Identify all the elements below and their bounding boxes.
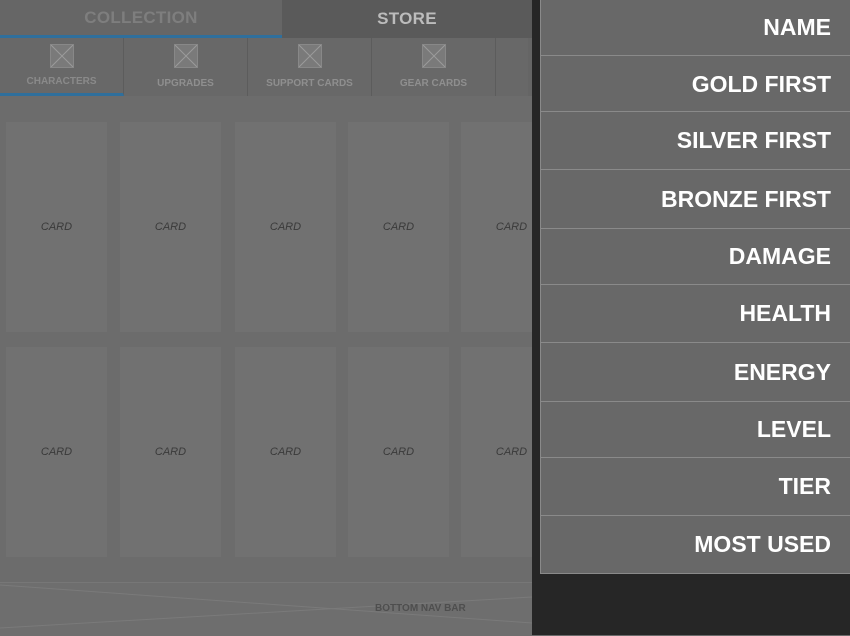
card-label: CARD [40, 446, 73, 458]
tab-store[interactable]: STORE [282, 0, 532, 38]
sub-tab-gear-cards-label: GEAR CARDS [399, 78, 468, 89]
card-grid: CARD CARD CARD CARD CARD CARD CARD CARD … [0, 96, 562, 582]
sort-option-label: SILVER FIRST [676, 127, 831, 153]
sort-option-label: HEALTH [739, 300, 831, 326]
sub-tab-characters[interactable]: CHARACTERS [0, 38, 124, 96]
card-slot[interactable]: CARD [348, 122, 449, 332]
card-label: CARD [154, 221, 187, 233]
sub-tab-support-cards[interactable]: SUPPORT CARDS [248, 38, 372, 96]
sort-option-label: ENERGY [733, 358, 831, 385]
sub-tab-bar: CHARACTERS UPGRADES SUPPORT CARDS GEAR C… [0, 38, 532, 96]
card-label: CARD [40, 221, 73, 233]
sub-tab-gear-cards[interactable]: GEAR CARDS [372, 38, 496, 96]
sort-option-label: BRONZE FIRST [661, 185, 831, 212]
sort-menu: NAME GOLD FIRST SILVER FIRST BRONZE FIRS… [540, 0, 850, 574]
card-label: CARD [154, 446, 187, 458]
sort-option-name[interactable]: NAME [541, 0, 850, 56]
sort-option-gold-first[interactable]: GOLD FIRST [541, 56, 850, 112]
card-label: CARD [382, 221, 415, 233]
sub-tab-characters-label: CHARACTERS [26, 76, 97, 87]
card-label: CARD [269, 221, 302, 233]
card-slot[interactable]: CARD [348, 347, 449, 557]
bottom-nav-bar[interactable]: BOTTOM NAV BAR [0, 582, 532, 636]
sort-option-damage[interactable]: DAMAGE [541, 229, 850, 285]
card-label: CARD [382, 446, 415, 458]
card-slot[interactable]: CARD [235, 347, 336, 557]
sort-option-level[interactable]: LEVEL [541, 402, 850, 458]
card-slot[interactable]: CARD [6, 347, 107, 557]
image-placeholder-icon [173, 44, 198, 68]
sort-option-bronze-first[interactable]: BRONZE FIRST [541, 170, 850, 229]
top-tab-bar: COLLECTION STORE [0, 0, 532, 38]
sort-option-health[interactable]: HEALTH [541, 285, 850, 343]
card-label: CARD [495, 221, 528, 233]
card-slot[interactable]: CARD [6, 122, 107, 332]
collection-screen: COLLECTION STORE CHARACTERS UPGRADES SUP… [0, 0, 562, 636]
sort-option-label: GOLD FIRST [691, 71, 831, 97]
sub-tab-upgrades[interactable]: UPGRADES [124, 38, 248, 96]
sort-option-label: MOST USED [694, 531, 831, 557]
tab-store-label: STORE [377, 9, 437, 28]
sort-option-tier[interactable]: TIER [541, 458, 850, 516]
image-placeholder-icon [421, 44, 446, 68]
sub-tab-overflow[interactable] [496, 38, 528, 96]
card-slot[interactable]: CARD [120, 347, 221, 557]
card-slot[interactable]: CARD [120, 122, 221, 332]
sort-option-label: DAMAGE [728, 243, 831, 269]
sub-tab-upgrades-label: UPGRADES [157, 78, 214, 89]
card-slot[interactable]: CARD [235, 122, 336, 332]
card-label: CARD [269, 446, 302, 458]
bottom-nav-label: BOTTOM NAV BAR [375, 603, 466, 614]
sub-tab-support-cards-label: SUPPORT CARDS [266, 78, 353, 89]
sort-option-label: NAME [763, 14, 831, 40]
tab-collection[interactable]: COLLECTION [0, 0, 282, 38]
sort-option-energy[interactable]: ENERGY [541, 343, 850, 402]
sort-option-label: LEVEL [756, 416, 831, 442]
card-label: CARD [495, 446, 528, 458]
sort-option-label: TIER [778, 473, 831, 499]
sort-option-most-used[interactable]: MOST USED [541, 516, 850, 574]
tab-collection-label: COLLECTION [84, 7, 198, 27]
sort-option-silver-first[interactable]: SILVER FIRST [541, 112, 850, 170]
image-placeholder-icon [297, 44, 322, 68]
image-placeholder-icon [49, 44, 74, 68]
